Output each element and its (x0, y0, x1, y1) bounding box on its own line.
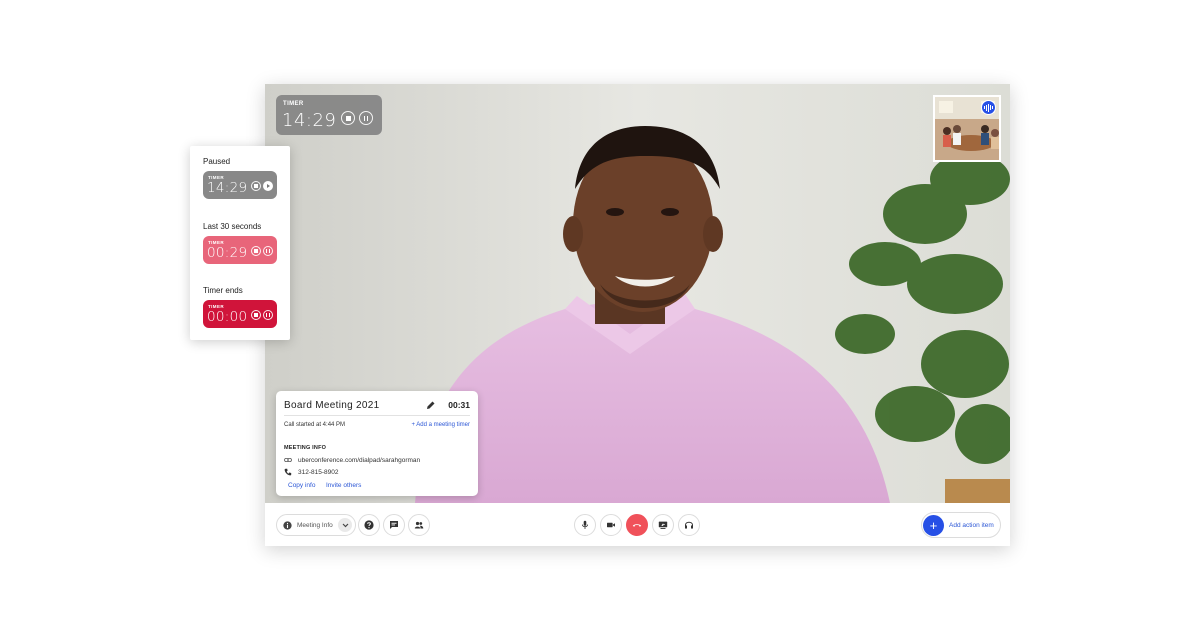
chat-icon (390, 521, 398, 529)
timer-states-card: Paused TIMER 14:29 Last 30 seconds TIMER… (190, 146, 290, 340)
microphone-button[interactable] (574, 514, 596, 536)
edit-icon[interactable] (426, 400, 436, 410)
camera-icon (607, 522, 615, 528)
resume-timer-button[interactable] (263, 181, 273, 191)
play-icon (267, 184, 270, 188)
self-view-thumbnail[interactable] (933, 95, 1001, 162)
audio-settings-button[interactable] (678, 514, 700, 536)
meeting-title: Board Meeting 2021 (284, 400, 380, 411)
call-control-bar: Meeting Info + Add action item (265, 503, 1010, 546)
stop-icon (254, 313, 258, 317)
stage: TIMER 14:29 Board Meeting 2021 00:31 Cal… (0, 0, 1200, 630)
add-action-item-label: Add action item (949, 521, 994, 529)
call-started-text: Call started at 4:44 PM (284, 422, 346, 428)
add-action-item-button[interactable]: + Add action item (921, 512, 1001, 538)
stop-timer-button[interactable] (341, 111, 355, 125)
timer-paused: TIMER 14:29 (203, 171, 277, 199)
timer-last-30-seconds: TIMER 00:29 (203, 236, 277, 264)
stop-icon (345, 115, 351, 121)
help-icon (364, 520, 374, 530)
state-label-last-30-seconds: Last 30 seconds (203, 222, 262, 231)
participants-icon (414, 521, 424, 529)
phone-icon (284, 468, 292, 476)
state-label-timer-ends: Timer ends (203, 286, 243, 295)
meeting-info-button[interactable]: Meeting Info (276, 514, 356, 536)
timer-controls (251, 181, 273, 191)
chevron-down-icon[interactable] (338, 518, 352, 532)
active-speaker-icon (981, 100, 996, 115)
timer-ended: TIMER 00:00 (203, 300, 277, 328)
timer-time: 14:29 (282, 110, 337, 131)
stop-timer-button[interactable] (251, 246, 261, 256)
pause-timer-button[interactable] (359, 111, 373, 125)
participants-button[interactable] (408, 514, 430, 536)
meeting-link-row: uberconference.com/dialpad/sarahgorman (284, 456, 420, 464)
pause-icon (266, 313, 270, 317)
help-button[interactable] (358, 514, 380, 536)
microphone-icon (581, 520, 589, 529)
timer-time: 14:29 (207, 180, 248, 196)
copy-info-link[interactable]: Copy info (288, 482, 315, 489)
screen-share-icon (658, 521, 668, 529)
pause-icon (363, 115, 369, 121)
stop-timer-button[interactable] (251, 181, 261, 191)
meeting-info-card: Board Meeting 2021 00:31 Call started at… (276, 391, 478, 496)
stop-icon (254, 184, 258, 188)
call-elapsed-time: 00:31 (448, 400, 470, 410)
info-icon (283, 520, 292, 530)
camera-button[interactable] (600, 514, 622, 536)
meeting-info-heading: MEETING INFO (284, 445, 327, 451)
link-icon (284, 458, 292, 462)
pause-timer-button[interactable] (263, 310, 273, 320)
screen-share-button[interactable] (652, 514, 674, 536)
timer-controls (251, 310, 273, 320)
video-call-window: TIMER 14:29 Board Meeting 2021 00:31 Cal… (265, 84, 1010, 546)
headset-icon (685, 521, 693, 529)
timer-controls (251, 246, 273, 256)
stop-icon (254, 249, 258, 253)
plus-icon: + (923, 514, 944, 536)
timer-label: TIMER (283, 101, 304, 107)
pause-timer-button[interactable] (263, 246, 273, 256)
pause-icon (266, 249, 270, 253)
timer-controls (341, 111, 373, 125)
dial-in-number: 312-815-8902 (298, 468, 339, 476)
chat-button[interactable] (383, 514, 405, 536)
timer-time: 00:29 (207, 245, 248, 261)
main-video-feed: TIMER 14:29 Board Meeting 2021 00:31 Cal… (265, 84, 1010, 503)
timer-time: 00:00 (207, 309, 248, 325)
stop-timer-button[interactable] (251, 310, 261, 320)
meeting-info-label: Meeting Info (297, 521, 333, 529)
hang-up-icon (632, 524, 642, 527)
dial-in-row: 312-815-8902 (284, 468, 338, 476)
meeting-timer: TIMER 14:29 (276, 95, 382, 135)
hang-up-button[interactable] (626, 514, 648, 536)
meeting-link-text[interactable]: uberconference.com/dialpad/sarahgorman (298, 457, 420, 464)
add-meeting-timer-link[interactable]: + Add a meeting timer (411, 422, 470, 428)
divider (284, 415, 470, 416)
state-label-paused: Paused (203, 157, 231, 166)
invite-others-link[interactable]: Invite others (326, 482, 361, 489)
